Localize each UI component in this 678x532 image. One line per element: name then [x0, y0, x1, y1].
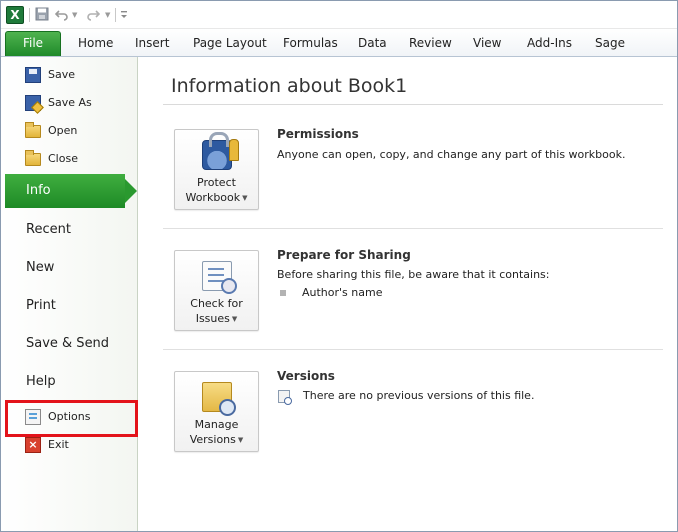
close-folder-icon: [25, 150, 41, 166]
qat-separator: [115, 8, 116, 22]
redo-icon[interactable]: [85, 7, 101, 23]
info-panel: Information about Book1 Protect Workbook…: [139, 57, 677, 531]
inspect-document-icon: [202, 261, 237, 294]
nav-options[interactable]: Options: [1, 405, 138, 429]
nav-save-send-label: Save & Send: [26, 336, 110, 351]
excel-backstage-window: X ▼ ▼ File Home Insert Page Layout Formu…: [0, 0, 678, 532]
sharing-heading: Prepare for Sharing: [277, 248, 411, 262]
tab-home[interactable]: Home: [78, 35, 113, 53]
nav-open[interactable]: Open: [1, 119, 138, 143]
tab-add-ins[interactable]: Add-Ins: [527, 35, 572, 53]
tab-sage[interactable]: Sage: [595, 35, 625, 53]
nav-exit-label: Exit: [48, 438, 69, 451]
permissions-text: Anyone can open, copy, and change any pa…: [277, 148, 626, 161]
customize-qat-icon[interactable]: [118, 7, 130, 23]
undo-dropdown-icon[interactable]: ▼: [72, 9, 77, 21]
backstage-nav: Save Save As Open Close Info Recent New …: [1, 57, 138, 531]
sharing-text: Before sharing this file, be aware that …: [277, 268, 550, 281]
qat-separator: [29, 8, 30, 22]
save-icon[interactable]: [34, 7, 50, 23]
versions-text: There are no previous versions of this f…: [303, 389, 535, 402]
protect-workbook-button[interactable]: Protect Workbook ▼: [174, 129, 259, 210]
quick-access-toolbar: X ▼ ▼: [1, 1, 677, 29]
open-folder-icon: [25, 122, 41, 138]
nav-save[interactable]: Save: [1, 63, 138, 87]
nav-info[interactable]: Info: [5, 174, 137, 208]
nav-save-as[interactable]: Save As: [1, 91, 138, 115]
chevron-down-icon: ▼: [231, 315, 238, 323]
nav-save-label: Save: [48, 68, 76, 81]
chevron-down-icon: ▼: [237, 436, 244, 444]
versions-icon: [198, 379, 236, 416]
sharing-bullet-author: Author's name: [302, 286, 383, 299]
version-document-icon: [278, 390, 292, 405]
nav-new[interactable]: New: [1, 253, 138, 283]
manage-versions-button[interactable]: Manage Versions ▼: [174, 371, 259, 452]
nav-new-label: New: [26, 260, 55, 275]
nav-close-label: Close: [48, 152, 78, 165]
save-as-icon: [25, 95, 41, 111]
chevron-down-icon: ▼: [242, 194, 248, 202]
lock-icon: [202, 132, 239, 170]
nav-recent-label: Recent: [26, 222, 71, 237]
nav-print[interactable]: Print: [1, 291, 138, 321]
nav-close[interactable]: Close: [1, 147, 138, 171]
excel-icon[interactable]: X: [6, 6, 24, 24]
permissions-heading: Permissions: [277, 127, 359, 141]
title-divider: [163, 104, 663, 105]
tab-page-layout[interactable]: Page Layout: [193, 35, 267, 53]
versions-heading: Versions: [277, 369, 335, 383]
section-divider: [163, 228, 663, 229]
nav-open-label: Open: [48, 124, 78, 137]
tab-file[interactable]: File: [5, 31, 61, 56]
tab-view[interactable]: View: [473, 35, 501, 53]
protect-workbook-label: Protect Workbook ▼: [185, 176, 248, 204]
save-icon: [25, 67, 41, 83]
tab-formulas[interactable]: Formulas: [283, 35, 338, 53]
nav-help[interactable]: Help: [1, 367, 138, 397]
undo-icon[interactable]: [54, 7, 70, 23]
nav-info-label: Info: [26, 183, 51, 198]
nav-help-label: Help: [26, 374, 56, 389]
check-for-issues-label: Check for Issues ▼: [190, 297, 243, 325]
nav-print-label: Print: [26, 298, 56, 313]
page-title: Information about Book1: [171, 75, 408, 97]
options-icon: [25, 409, 41, 425]
bullet-icon: [280, 290, 286, 296]
nav-exit[interactable]: × Exit: [1, 433, 138, 457]
nav-recent[interactable]: Recent: [1, 215, 138, 245]
nav-save-as-label: Save As: [48, 96, 92, 109]
nav-options-label: Options: [48, 410, 91, 423]
tab-insert[interactable]: Insert: [135, 35, 169, 53]
section-divider: [163, 349, 663, 350]
redo-dropdown-icon[interactable]: ▼: [105, 9, 110, 21]
ribbon-tab-bar: File Home Insert Page Layout Formulas Da…: [1, 29, 677, 57]
exit-icon: ×: [25, 437, 41, 453]
nav-save-send[interactable]: Save & Send: [1, 329, 138, 359]
manage-versions-label: Manage Versions ▼: [189, 418, 244, 446]
tab-review[interactable]: Review: [409, 35, 452, 53]
check-for-issues-button[interactable]: Check for Issues ▼: [174, 250, 259, 331]
tab-data[interactable]: Data: [358, 35, 387, 53]
